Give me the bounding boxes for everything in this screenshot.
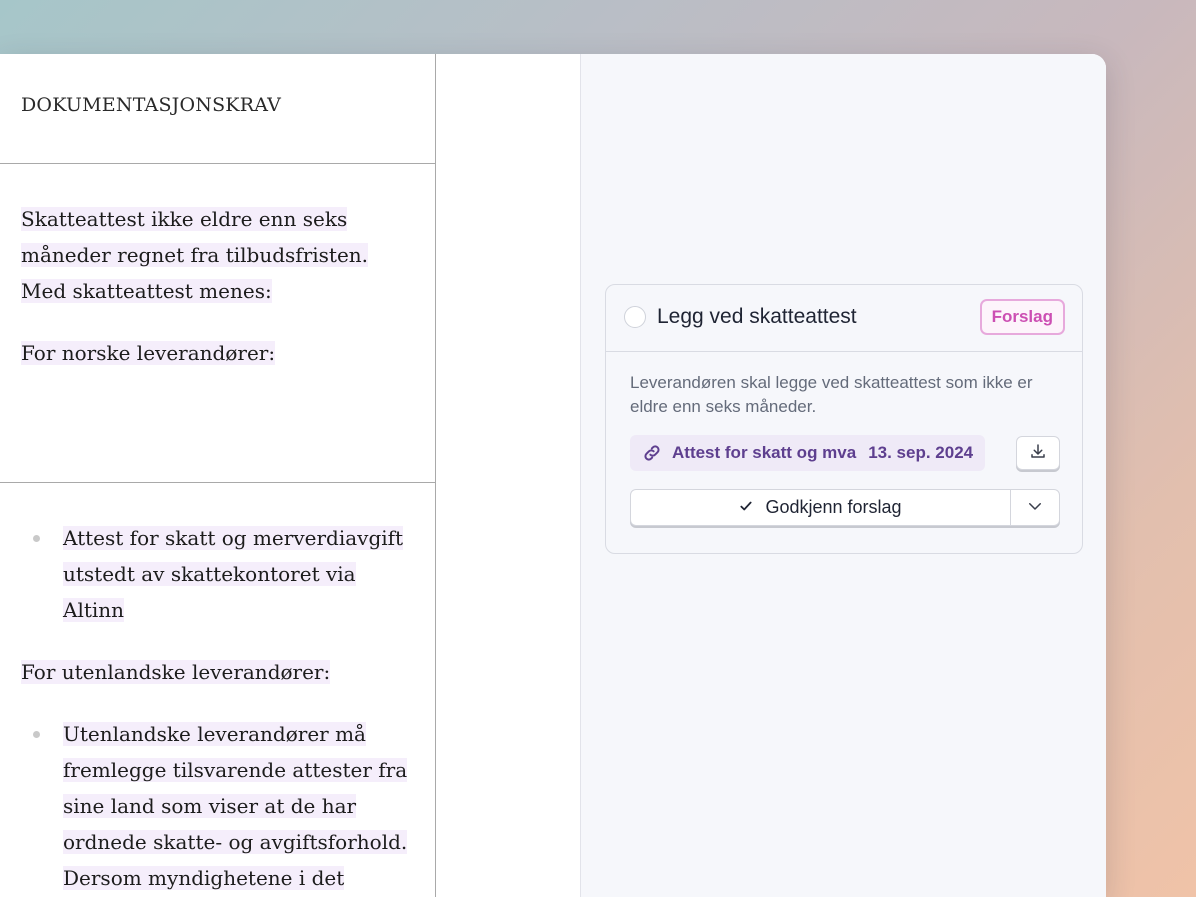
app-window: DOKUMENTASJONSKRAV Skatteattest ikke eld… xyxy=(0,54,1106,897)
document-section-attestation[interactable]: Attest for skatt og merverdiavgift utste… xyxy=(0,483,435,897)
document-section-requirements[interactable]: Skatteattest ikke eldre enn seks måneder… xyxy=(0,164,435,483)
foreign-label-paragraph: For utenlandske leverandører: xyxy=(0,654,435,690)
attachment-date: 13. sep. 2024 xyxy=(868,443,974,462)
norwegian-label-paragraph: For norske leverandører: xyxy=(0,335,435,371)
document-panel: DOKUMENTASJONSKRAV Skatteattest ikke eld… xyxy=(0,54,436,897)
list-item-text: Utenlandske leverandører må fremlegge ti… xyxy=(63,722,409,897)
chevron-down-icon xyxy=(1026,497,1044,519)
attachment-name: Attest for skatt og mva xyxy=(672,443,857,462)
norwegian-label: For norske leverandører: xyxy=(21,341,276,365)
list-item-paragraph: Utenlandske leverandører må fremlegge ti… xyxy=(63,716,414,897)
approve-label: Godkjenn forslag xyxy=(765,497,902,517)
paperclip-icon xyxy=(642,443,662,463)
section-heading: DOKUMENTASJONSKRAV xyxy=(21,94,282,116)
select-radio[interactable] xyxy=(624,306,646,328)
list-item-paragraph: Attest for skatt og merverdiavgift utste… xyxy=(63,520,414,628)
approve-split-button: Godkjenn forslag xyxy=(630,489,1060,526)
list-item: Attest for skatt og merverdiavgift utste… xyxy=(0,520,435,628)
foreign-label: For utenlandske leverandører: xyxy=(21,660,331,684)
download-icon xyxy=(1029,442,1047,464)
check-icon xyxy=(739,497,753,518)
document-header: DOKUMENTASJONSKRAV xyxy=(0,54,435,164)
list-item-text: Attest for skatt og merverdiavgift utste… xyxy=(63,526,404,622)
suggestion-card: Legg ved skatteattest Forslag Leverandør… xyxy=(605,284,1083,554)
suggestions-panel: Legg ved skatteattest Forslag Leverandør… xyxy=(581,54,1106,897)
approve-button[interactable]: Godkjenn forslag xyxy=(631,490,1011,525)
requirement-paragraph: Skatteattest ikke eldre enn seks måneder… xyxy=(0,201,435,309)
suggestion-description: Leverandøren skal legge ved skatteattest… xyxy=(630,373,1033,416)
list-item: Utenlandske leverandører må fremlegge ti… xyxy=(0,716,435,897)
margin-column xyxy=(436,54,581,897)
suggestion-card-header: Legg ved skatteattest Forslag xyxy=(606,285,1082,352)
suggestion-badge: Forslag xyxy=(979,299,1065,335)
download-button[interactable] xyxy=(1016,436,1060,470)
suggestion-title: Legg ved skatteattest xyxy=(657,305,857,328)
bullet-icon xyxy=(33,535,40,542)
approve-options-dropdown[interactable] xyxy=(1011,490,1059,525)
attachment-chip[interactable]: Attest for skatt og mva 13. sep. 2024 xyxy=(630,435,986,471)
requirement-text: Skatteattest ikke eldre enn seks måneder… xyxy=(21,207,369,303)
bullet-icon xyxy=(33,731,40,738)
